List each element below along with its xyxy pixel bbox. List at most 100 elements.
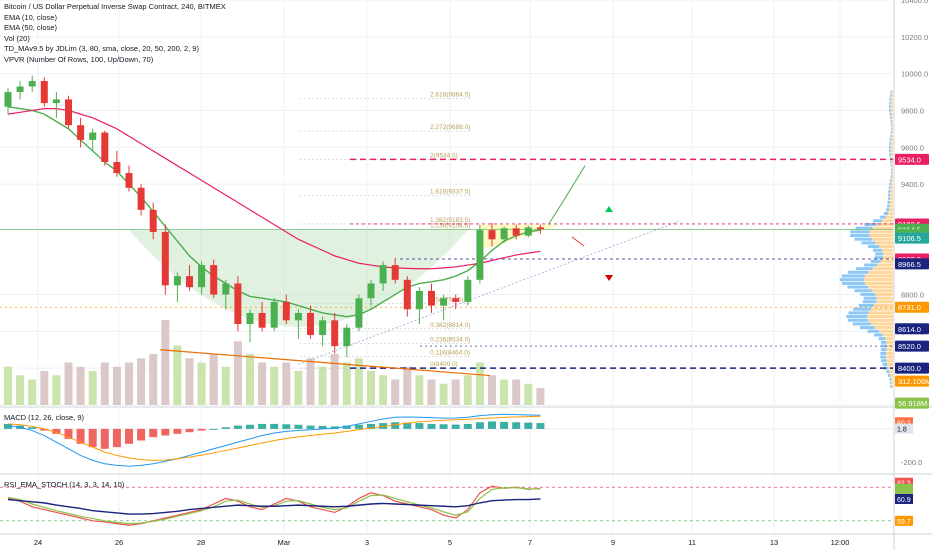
vpvr-bar-up <box>852 322 871 326</box>
legend-line-ema50[interactable]: EMA (50, close) <box>4 23 226 34</box>
vpvr-bar-up <box>890 134 892 138</box>
vpvr-bar-down <box>875 241 893 245</box>
legend-line-vpvr[interactable]: VPVR (Number Of Rows, 100, Up/Down, 70) <box>4 55 226 66</box>
macd-histogram-bar <box>524 422 533 429</box>
vpvr-bar-up <box>853 307 872 311</box>
volume-bar <box>330 354 339 405</box>
volume-bar <box>125 362 133 405</box>
vpvr-bar-down <box>869 230 893 234</box>
rsi-badge-label: 59.7 <box>897 519 911 526</box>
candle-body <box>536 227 544 230</box>
macd-label[interactable]: MACD (12, 26, close, 9) <box>4 413 84 422</box>
rsi-label[interactable]: RSI_EMA_STOCH (14, 3, 3, 14, 10) <box>4 480 124 489</box>
vpvr-bar-up <box>889 105 891 109</box>
vpvr-bar-down <box>864 281 893 285</box>
macd-histogram-bar <box>270 423 279 429</box>
vpvr-bar-up <box>889 138 892 142</box>
vpvr-bar-up <box>887 197 891 201</box>
candle-body <box>415 290 423 310</box>
vpvr-bar-down <box>871 307 893 311</box>
vpvr-bar-up <box>890 90 892 94</box>
vpvr-bar-up <box>889 94 892 98</box>
vpvr-bar-up <box>847 285 868 289</box>
vpvr-bar-down <box>871 289 893 293</box>
vpvr-bar-down <box>890 108 893 112</box>
vpvr-bar-down <box>871 237 893 241</box>
vpvr-bar-down <box>890 197 893 201</box>
vpvr-bar-up <box>881 359 887 363</box>
volume-bar <box>439 383 448 405</box>
candle-body <box>222 283 230 295</box>
volume-bar <box>282 362 291 405</box>
candle-body <box>52 99 60 104</box>
volume-bar <box>64 362 73 405</box>
vpvr-bar-down <box>891 384 893 388</box>
candle-body <box>343 327 351 347</box>
vpvr-bar-down <box>889 370 893 374</box>
volume-bar <box>88 371 97 405</box>
volume-bar <box>318 366 327 405</box>
vpvr-bar-down <box>891 90 893 94</box>
vpvr-bar-down <box>867 285 893 289</box>
chart-canvas[interactable]: 24 26 28 Mar 3 5 7 9 11 13 12:00 10400.0 10200.0 1000… <box>0 0 932 550</box>
vpvr-bar-down <box>879 245 893 249</box>
vpvr-bar-up <box>880 355 887 359</box>
vpvr-bar-down <box>876 296 893 300</box>
vpvr-bar-up <box>889 149 891 153</box>
vpvr-bar-down <box>890 377 893 381</box>
vpvr-bar-down <box>880 259 893 263</box>
candle-body <box>440 298 448 306</box>
price-badge-label: 8400.0 <box>898 364 921 373</box>
candle-body <box>40 81 48 104</box>
candle-body <box>294 312 302 321</box>
volume-bar <box>500 379 509 405</box>
vpvr-bar-down <box>876 300 893 304</box>
vpvr-bar-down <box>891 160 893 164</box>
macd-histogram-bar <box>294 424 303 429</box>
y-tick-label: 10400.0 <box>901 0 928 5</box>
legend-line-vol[interactable]: Vol (20) <box>4 34 226 45</box>
vpvr-bar-up <box>854 289 872 293</box>
candle-body <box>16 86 24 93</box>
vpvr-bar-down <box>891 175 893 179</box>
macd-histogram-bar <box>427 423 436 429</box>
macd-histogram-bar <box>512 422 521 429</box>
vpvr-bar-up <box>839 278 864 282</box>
x-tick-label: 13 <box>770 538 778 547</box>
vpvr-bar-up <box>841 274 865 278</box>
vpvr-bar-up <box>864 263 878 267</box>
vpvr-bar-up <box>862 300 877 304</box>
vpvr-bar-down <box>891 112 893 116</box>
vpvr-bar-up <box>870 259 881 263</box>
x-tick-label: 24 <box>34 538 42 547</box>
legend-line-ema10[interactable]: EMA (10, close) <box>4 13 226 24</box>
volume-bar <box>258 362 267 405</box>
vpvr-bar-down <box>888 211 893 215</box>
fib-label: 1.236(9154.5) <box>430 222 470 229</box>
x-tick-label: 7 <box>528 538 532 547</box>
candle-body <box>4 92 12 107</box>
vpvr-bar-down <box>885 337 893 341</box>
vpvr-bar-up <box>859 326 875 330</box>
vpvr-bar-down <box>883 252 893 256</box>
macd-histogram-bar <box>246 424 254 429</box>
candle-body <box>524 227 532 236</box>
vpvr-bar-down <box>890 189 893 193</box>
volume-bar <box>246 354 254 405</box>
vpvr-bar-down <box>863 278 893 282</box>
projection-arrow-down <box>571 236 585 247</box>
vpvr-bar-down <box>879 329 893 333</box>
fib-label: 2.272(9688.0) <box>430 124 470 131</box>
vpvr-bar-down <box>891 167 893 171</box>
vpvr-bar-down <box>890 182 893 186</box>
macd-histogram-bar <box>451 424 460 429</box>
candle-body <box>367 283 375 299</box>
vpvr-bar-up <box>880 348 887 352</box>
legend-line-td[interactable]: TD_MAv9.5 by JDLim (3, 80, sma, close, 2… <box>4 44 226 55</box>
volume-bar <box>149 354 158 405</box>
vpvr-bar-down <box>889 200 893 204</box>
macd-histogram-bar <box>221 427 230 429</box>
vpvr-bar-up <box>889 182 891 186</box>
vpvr-bar-down <box>891 381 893 385</box>
fib-label: 2.618(9864.5) <box>430 92 470 99</box>
